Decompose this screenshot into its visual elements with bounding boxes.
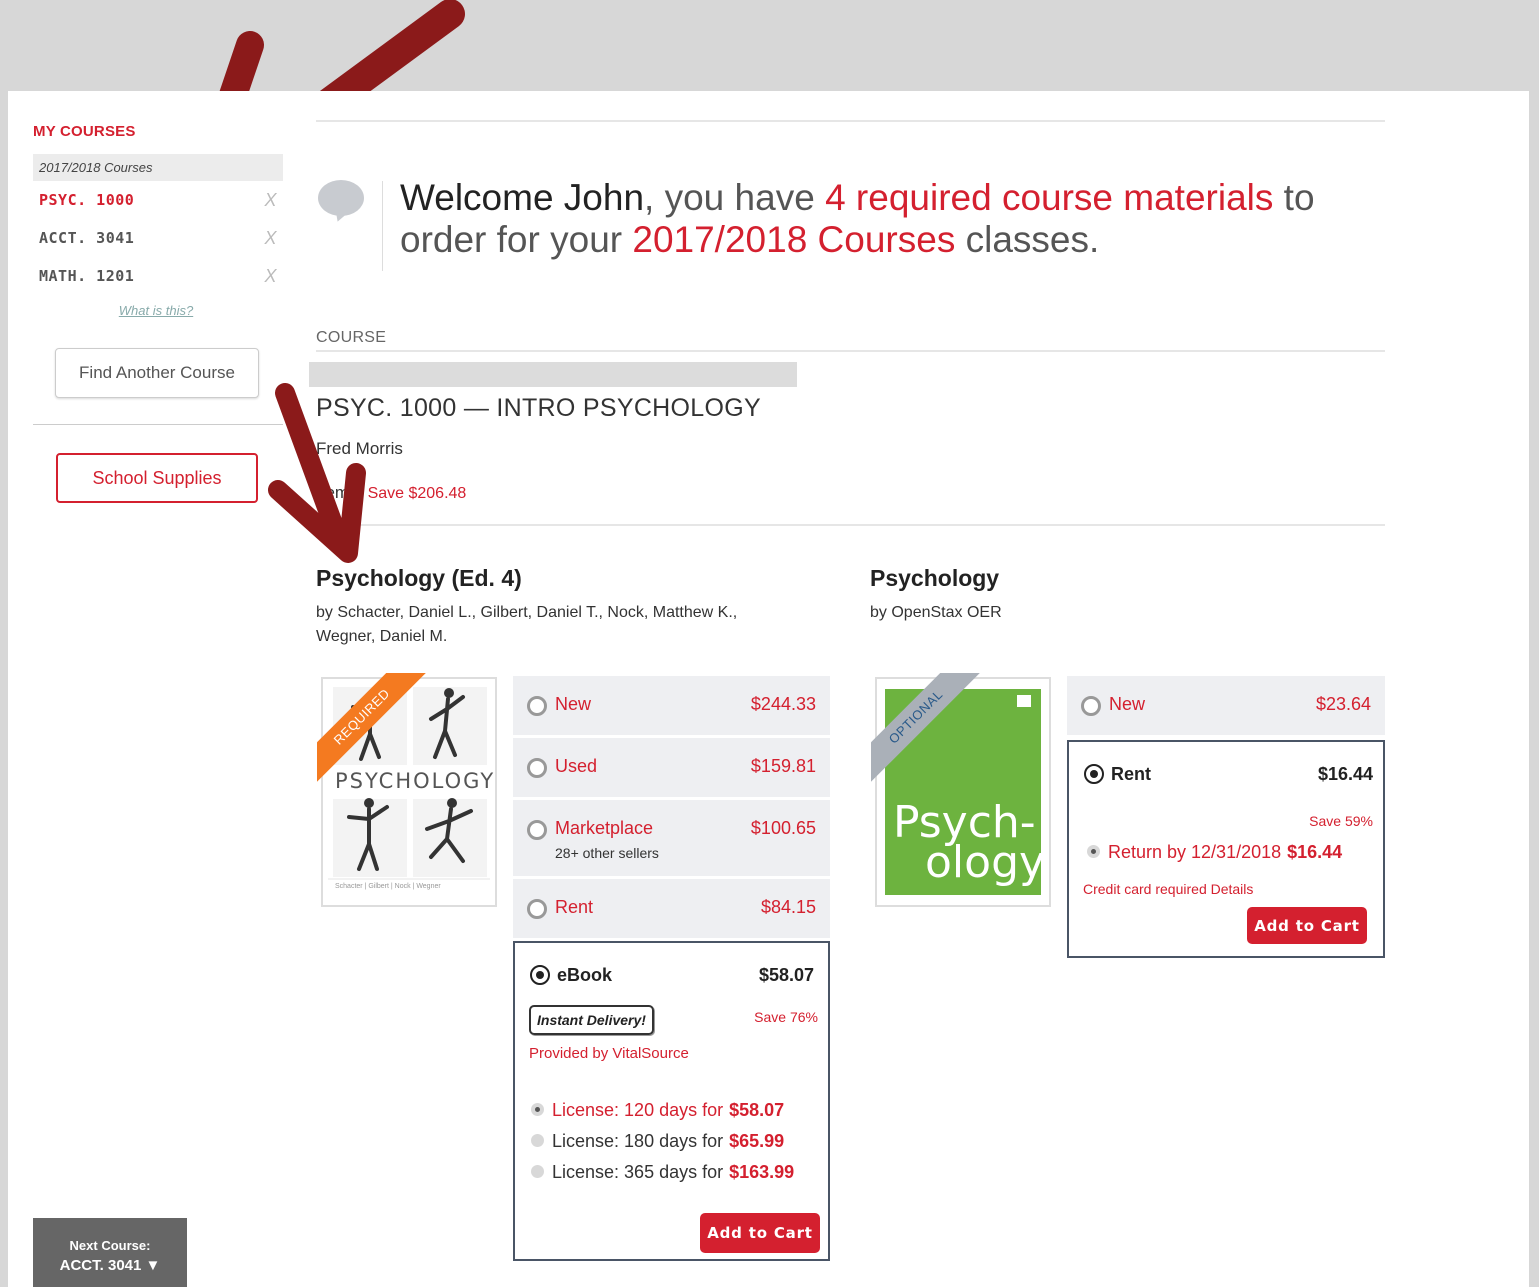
my-courses-heading: MY COURSES bbox=[33, 123, 136, 140]
optional-ribbon: OPTIONAL bbox=[871, 673, 981, 783]
required-ribbon: REQUIRED bbox=[317, 673, 427, 783]
option-ebook-selected[interactable]: eBook $58.07 Instant Delivery! Save 76% … bbox=[513, 941, 830, 1261]
publisher-logo-icon bbox=[1017, 695, 1031, 707]
option-marketplace[interactable]: Marketplace $100.65 28+ other sellers bbox=[513, 800, 830, 879]
chat-bubble-icon bbox=[318, 180, 364, 216]
license-120[interactable]: License: 120 days for $58.07 bbox=[531, 1100, 784, 1121]
sidebar-divider bbox=[33, 424, 283, 425]
sidebar-item-acct-3041[interactable]: ACCT. 3041 X bbox=[33, 219, 283, 257]
cover-title-2: ology bbox=[925, 837, 1046, 888]
save-percent: Save 59% bbox=[1309, 813, 1373, 829]
remove-course-icon[interactable]: X bbox=[264, 228, 277, 249]
save-percent: Save 76% bbox=[754, 1009, 818, 1025]
redacted-bar bbox=[309, 362, 797, 387]
annotation-arrow-icon bbox=[268, 383, 366, 563]
next-course-code: ACCT. 3041 ▼ bbox=[59, 1257, 161, 1274]
license-radio[interactable] bbox=[531, 1133, 544, 1147]
book-title[interactable]: Psychology bbox=[870, 565, 999, 592]
radio-button[interactable] bbox=[527, 696, 547, 716]
instant-delivery-badge: Instant Delivery! bbox=[529, 1005, 654, 1035]
radio-button[interactable] bbox=[527, 758, 547, 778]
welcome-divider bbox=[382, 181, 383, 271]
items-divider bbox=[316, 524, 1385, 526]
top-divider bbox=[316, 120, 1385, 122]
find-another-course-button[interactable]: Find Another Course bbox=[55, 348, 259, 398]
license-180[interactable]: License: 180 days for $65.99 bbox=[531, 1131, 784, 1152]
radio-button-selected[interactable] bbox=[1084, 764, 1104, 784]
book-authors: by OpenStax OER bbox=[870, 604, 1002, 621]
school-supplies-button[interactable]: School Supplies bbox=[56, 453, 258, 503]
course-code: ACCT. 3041 bbox=[39, 229, 135, 247]
course-section-label: COURSE bbox=[316, 329, 387, 346]
course-code: MATH. 1201 bbox=[39, 267, 135, 285]
next-course-label: Next Course: bbox=[69, 1238, 151, 1253]
return-option[interactable]: Return by 12/31/2018 $16.44 bbox=[1087, 842, 1342, 863]
sidebar: MY COURSES 2017/2018 Courses PSYC. 1000 … bbox=[33, 123, 283, 503]
radio-button[interactable] bbox=[527, 899, 547, 919]
course-divider bbox=[316, 350, 1385, 352]
page-panel: MY COURSES 2017/2018 Courses PSYC. 1000 … bbox=[8, 91, 1529, 1287]
add-to-cart-button[interactable]: Add to Cart bbox=[700, 1213, 820, 1253]
sidebar-item-psyc-1000[interactable]: PSYC. 1000 X bbox=[33, 181, 283, 219]
welcome-message: Welcome John, you have 4 required course… bbox=[400, 177, 1315, 260]
radio-button[interactable] bbox=[527, 820, 547, 840]
purchase-options: New $244.33 Used $159.81 Marketplace $10… bbox=[513, 676, 830, 941]
radio-button[interactable] bbox=[1081, 696, 1101, 716]
license-365[interactable]: License: 365 days for $163.99 bbox=[531, 1162, 794, 1183]
sidebar-item-math-1201[interactable]: MATH. 1201 X bbox=[33, 257, 283, 295]
credit-card-note[interactable]: Credit card required Details bbox=[1083, 881, 1253, 897]
course-title: PSYC. 1000 — INTRO PSYCHOLOGY bbox=[316, 394, 761, 422]
purchase-options: New $23.64 bbox=[1067, 676, 1385, 738]
next-course-button[interactable]: Next Course: ACCT. 3041 ▼ bbox=[33, 1218, 187, 1287]
welcome-banner: Welcome John, you have 4 required course… bbox=[316, 177, 1385, 273]
license-radio[interactable] bbox=[531, 1164, 544, 1178]
option-new[interactable]: New $244.33 bbox=[513, 676, 830, 738]
add-to-cart-button[interactable]: Add to Cart bbox=[1247, 907, 1367, 944]
option-used[interactable]: Used $159.81 bbox=[513, 738, 830, 800]
return-radio[interactable] bbox=[1087, 844, 1100, 858]
remove-course-icon[interactable]: X bbox=[264, 190, 277, 211]
option-rent-selected[interactable]: Rent $16.44 Save 59% Return by 12/31/201… bbox=[1067, 740, 1385, 958]
license-radio[interactable] bbox=[531, 1102, 544, 1116]
course-code: PSYC. 1000 bbox=[39, 191, 135, 209]
term-label[interactable]: 2017/2018 Courses bbox=[33, 154, 283, 181]
option-rent[interactable]: Rent $84.15 bbox=[513, 879, 830, 941]
book-authors: by Schacter, Daniel L., Gilbert, Daniel … bbox=[316, 604, 738, 645]
option-new[interactable]: New $23.64 bbox=[1067, 676, 1385, 738]
what-is-this-link[interactable]: What is this? bbox=[29, 303, 283, 318]
provider-text: Provided by VitalSource bbox=[529, 1045, 689, 1062]
cover-authors: Schacter | Gilbert | Nock | Wegner bbox=[335, 883, 441, 890]
remove-course-icon[interactable]: X bbox=[264, 266, 277, 287]
radio-button-selected[interactable] bbox=[530, 965, 550, 985]
